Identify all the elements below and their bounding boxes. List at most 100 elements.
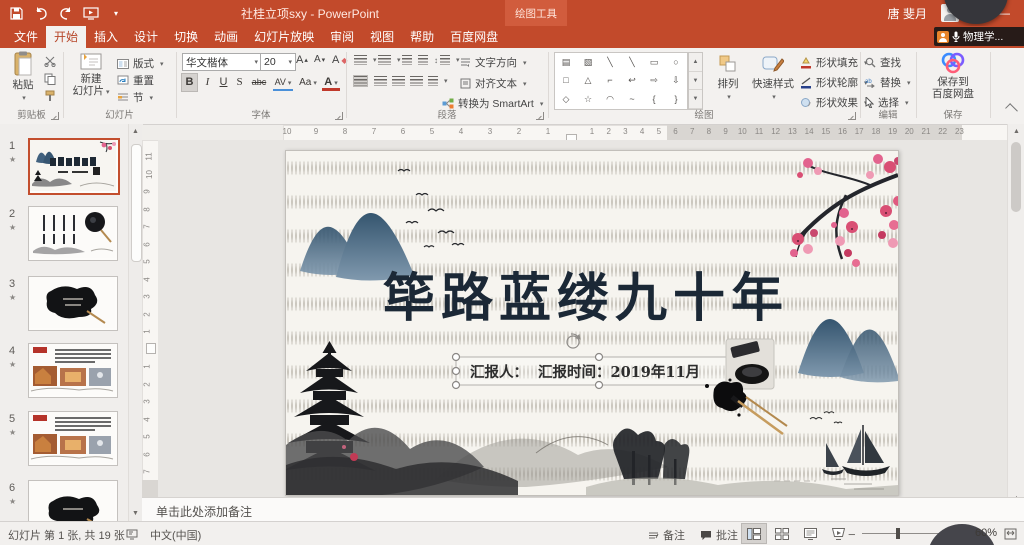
slide-sorter-view-button[interactable]	[770, 524, 794, 543]
section-button[interactable]: 节	[117, 90, 153, 105]
copy-icon[interactable]	[44, 73, 56, 85]
inkstone-image[interactable]	[726, 339, 774, 389]
format-painter-icon[interactable]	[44, 90, 56, 102]
shape-icon[interactable]: ⇩	[672, 76, 680, 85]
slide-thumbnail-5[interactable]	[28, 411, 118, 466]
scrollbar-thumb[interactable]	[1011, 142, 1021, 212]
bullets-icon[interactable]	[354, 55, 377, 65]
shape-outline-button[interactable]: 形状轮廓	[800, 75, 868, 90]
reading-view-button[interactable]	[798, 524, 822, 543]
tab-动画[interactable]: 动画	[206, 26, 246, 48]
slide-canvas[interactable]: 筚路蓝缕九十年 汇报人： 汇报时间：2019年11月	[285, 150, 899, 496]
columns-icon[interactable]	[428, 76, 448, 86]
editing-canvas[interactable]: 筚路蓝缕九十年 汇报人： 汇报时间：2019年11月	[158, 140, 1007, 497]
arrange-dropdown[interactable]	[710, 90, 746, 104]
subtitle-textbox[interactable]: 汇报人： 汇报时间：2019年11月	[453, 354, 746, 389]
thumbnail-scrollbar[interactable]: ▲ ▼	[128, 124, 143, 521]
arrange-button[interactable]: 排列	[710, 50, 746, 104]
font-color-button[interactable]: A	[322, 74, 340, 91]
tab-百度网盘[interactable]: 百度网盘	[442, 26, 506, 48]
shape-icon[interactable]: ~	[629, 95, 634, 104]
scroll-up-icon[interactable]: ▲	[1012, 127, 1021, 136]
zoom-out-button[interactable]: −	[848, 527, 856, 542]
cut-icon[interactable]	[44, 56, 56, 67]
shape-icon[interactable]: ⇨	[650, 76, 658, 85]
grow-font-icon[interactable]: A▴	[296, 54, 308, 66]
new-slide-dropdown[interactable]	[104, 85, 110, 97]
shape-icon[interactable]: {	[652, 95, 655, 104]
find-button[interactable]: 查找	[865, 55, 901, 70]
shape-icon[interactable]: ☆	[584, 95, 592, 104]
vertical-scrollbar[interactable]: ▲ ▲ ▼	[1007, 124, 1024, 521]
tab-审阅[interactable]: 审阅	[322, 26, 362, 48]
bold-button[interactable]: B	[182, 74, 197, 91]
fit-to-window-icon[interactable]	[1004, 528, 1017, 540]
numbering-icon[interactable]	[378, 55, 401, 65]
shadow-button[interactable]: S	[232, 74, 247, 91]
shape-icon[interactable]: ↩	[628, 76, 636, 85]
shape-icon[interactable]: △	[585, 76, 592, 85]
align-center-icon[interactable]	[374, 76, 387, 86]
display-settings-icon[interactable]	[126, 529, 138, 540]
shape-icon[interactable]: ⌐	[607, 76, 612, 85]
scroll-down-icon[interactable]: ▼	[131, 509, 140, 518]
tab-文件[interactable]: 文件	[6, 26, 46, 48]
shape-icon[interactable]: }	[674, 95, 677, 104]
quick-styles-dropdown[interactable]	[750, 90, 796, 104]
tab-视图[interactable]: 视图	[362, 26, 402, 48]
zoom-slider-thumb[interactable]	[896, 528, 900, 539]
increase-indent-icon[interactable]	[418, 55, 428, 65]
language-indicator[interactable]: 中文(中国)	[150, 527, 201, 543]
report-time-text[interactable]: 汇报时间：2019年11月	[538, 363, 700, 381]
shape-icon[interactable]: ○	[673, 58, 678, 67]
normal-view-button[interactable]	[742, 524, 766, 543]
shape-icon[interactable]: ◇	[563, 95, 570, 104]
shrink-font-icon[interactable]: A▾	[314, 54, 325, 65]
comments-toggle[interactable]: 批注	[700, 527, 738, 543]
shape-icon[interactable]: ▭	[650, 58, 659, 67]
shape-icon[interactable]: ▤	[562, 58, 571, 67]
user-name[interactable]: 唐 斐月	[888, 5, 927, 22]
slide-thumbnail-3[interactable]	[28, 276, 118, 331]
slide-title-text[interactable]: 筚路蓝缕九十年	[383, 268, 789, 329]
thumbnail-scrollbar-thumb[interactable]	[131, 144, 142, 262]
align-text-button[interactable]: 对齐文本	[460, 76, 527, 91]
shape-icon[interactable]: □	[563, 76, 568, 85]
shape-icon[interactable]: ╲	[629, 58, 634, 67]
tab-开始[interactable]: 开始	[46, 26, 86, 48]
notes-pane[interactable]: 单击此处添加备注	[142, 497, 1024, 522]
tab-设计[interactable]: 设计	[126, 26, 166, 48]
align-right-icon[interactable]	[392, 76, 405, 86]
italic-button[interactable]: I	[200, 74, 215, 91]
save-to-netdisk-button[interactable]: 保存到 百度网盘	[923, 50, 983, 100]
change-case-button[interactable]: Aa	[298, 74, 318, 91]
slide-thumbnail-2[interactable]	[28, 206, 118, 261]
vertical-ruler-marker[interactable]	[146, 343, 156, 354]
decrease-indent-icon[interactable]	[402, 55, 412, 65]
font-name-combo[interactable]: 华文楷体▾	[182, 53, 262, 71]
paste-dropdown[interactable]	[6, 91, 40, 105]
paragraph-dialog-launcher[interactable]	[536, 112, 544, 120]
slideshow-view-button[interactable]	[826, 524, 850, 543]
presenter-label-text[interactable]: 汇报人：	[470, 364, 528, 381]
drawing-dialog-launcher[interactable]	[848, 112, 856, 120]
shape-fill-button[interactable]: 形状填充	[800, 55, 868, 70]
shape-icon[interactable]: ◠	[606, 95, 614, 104]
slide-thumbnail-1[interactable]	[28, 138, 120, 195]
font-size-combo[interactable]: 20▾	[260, 53, 296, 71]
collapse-ribbon-icon[interactable]	[1005, 103, 1018, 116]
new-slide-button[interactable]: 新建 幻灯片	[70, 50, 112, 99]
layout-button[interactable]: 版式	[117, 56, 164, 71]
clipboard-dialog-launcher[interactable]	[51, 112, 59, 120]
strikethrough-button[interactable]: abc	[248, 74, 270, 91]
tab-插入[interactable]: 插入	[86, 26, 126, 48]
justify-icon[interactable]	[410, 76, 423, 86]
slide-thumbnail-6[interactable]	[28, 480, 118, 521]
reset-button[interactable]: 重置	[117, 73, 154, 88]
text-direction-button[interactable]: 文字方向	[460, 55, 527, 70]
scroll-up-icon[interactable]: ▲	[131, 127, 140, 136]
paste-button[interactable]: 粘贴	[6, 50, 40, 105]
quick-styles-button[interactable]: 快速样式	[750, 50, 796, 104]
shape-icon[interactable]: ╲	[607, 58, 612, 67]
underline-button[interactable]: U	[216, 74, 231, 91]
